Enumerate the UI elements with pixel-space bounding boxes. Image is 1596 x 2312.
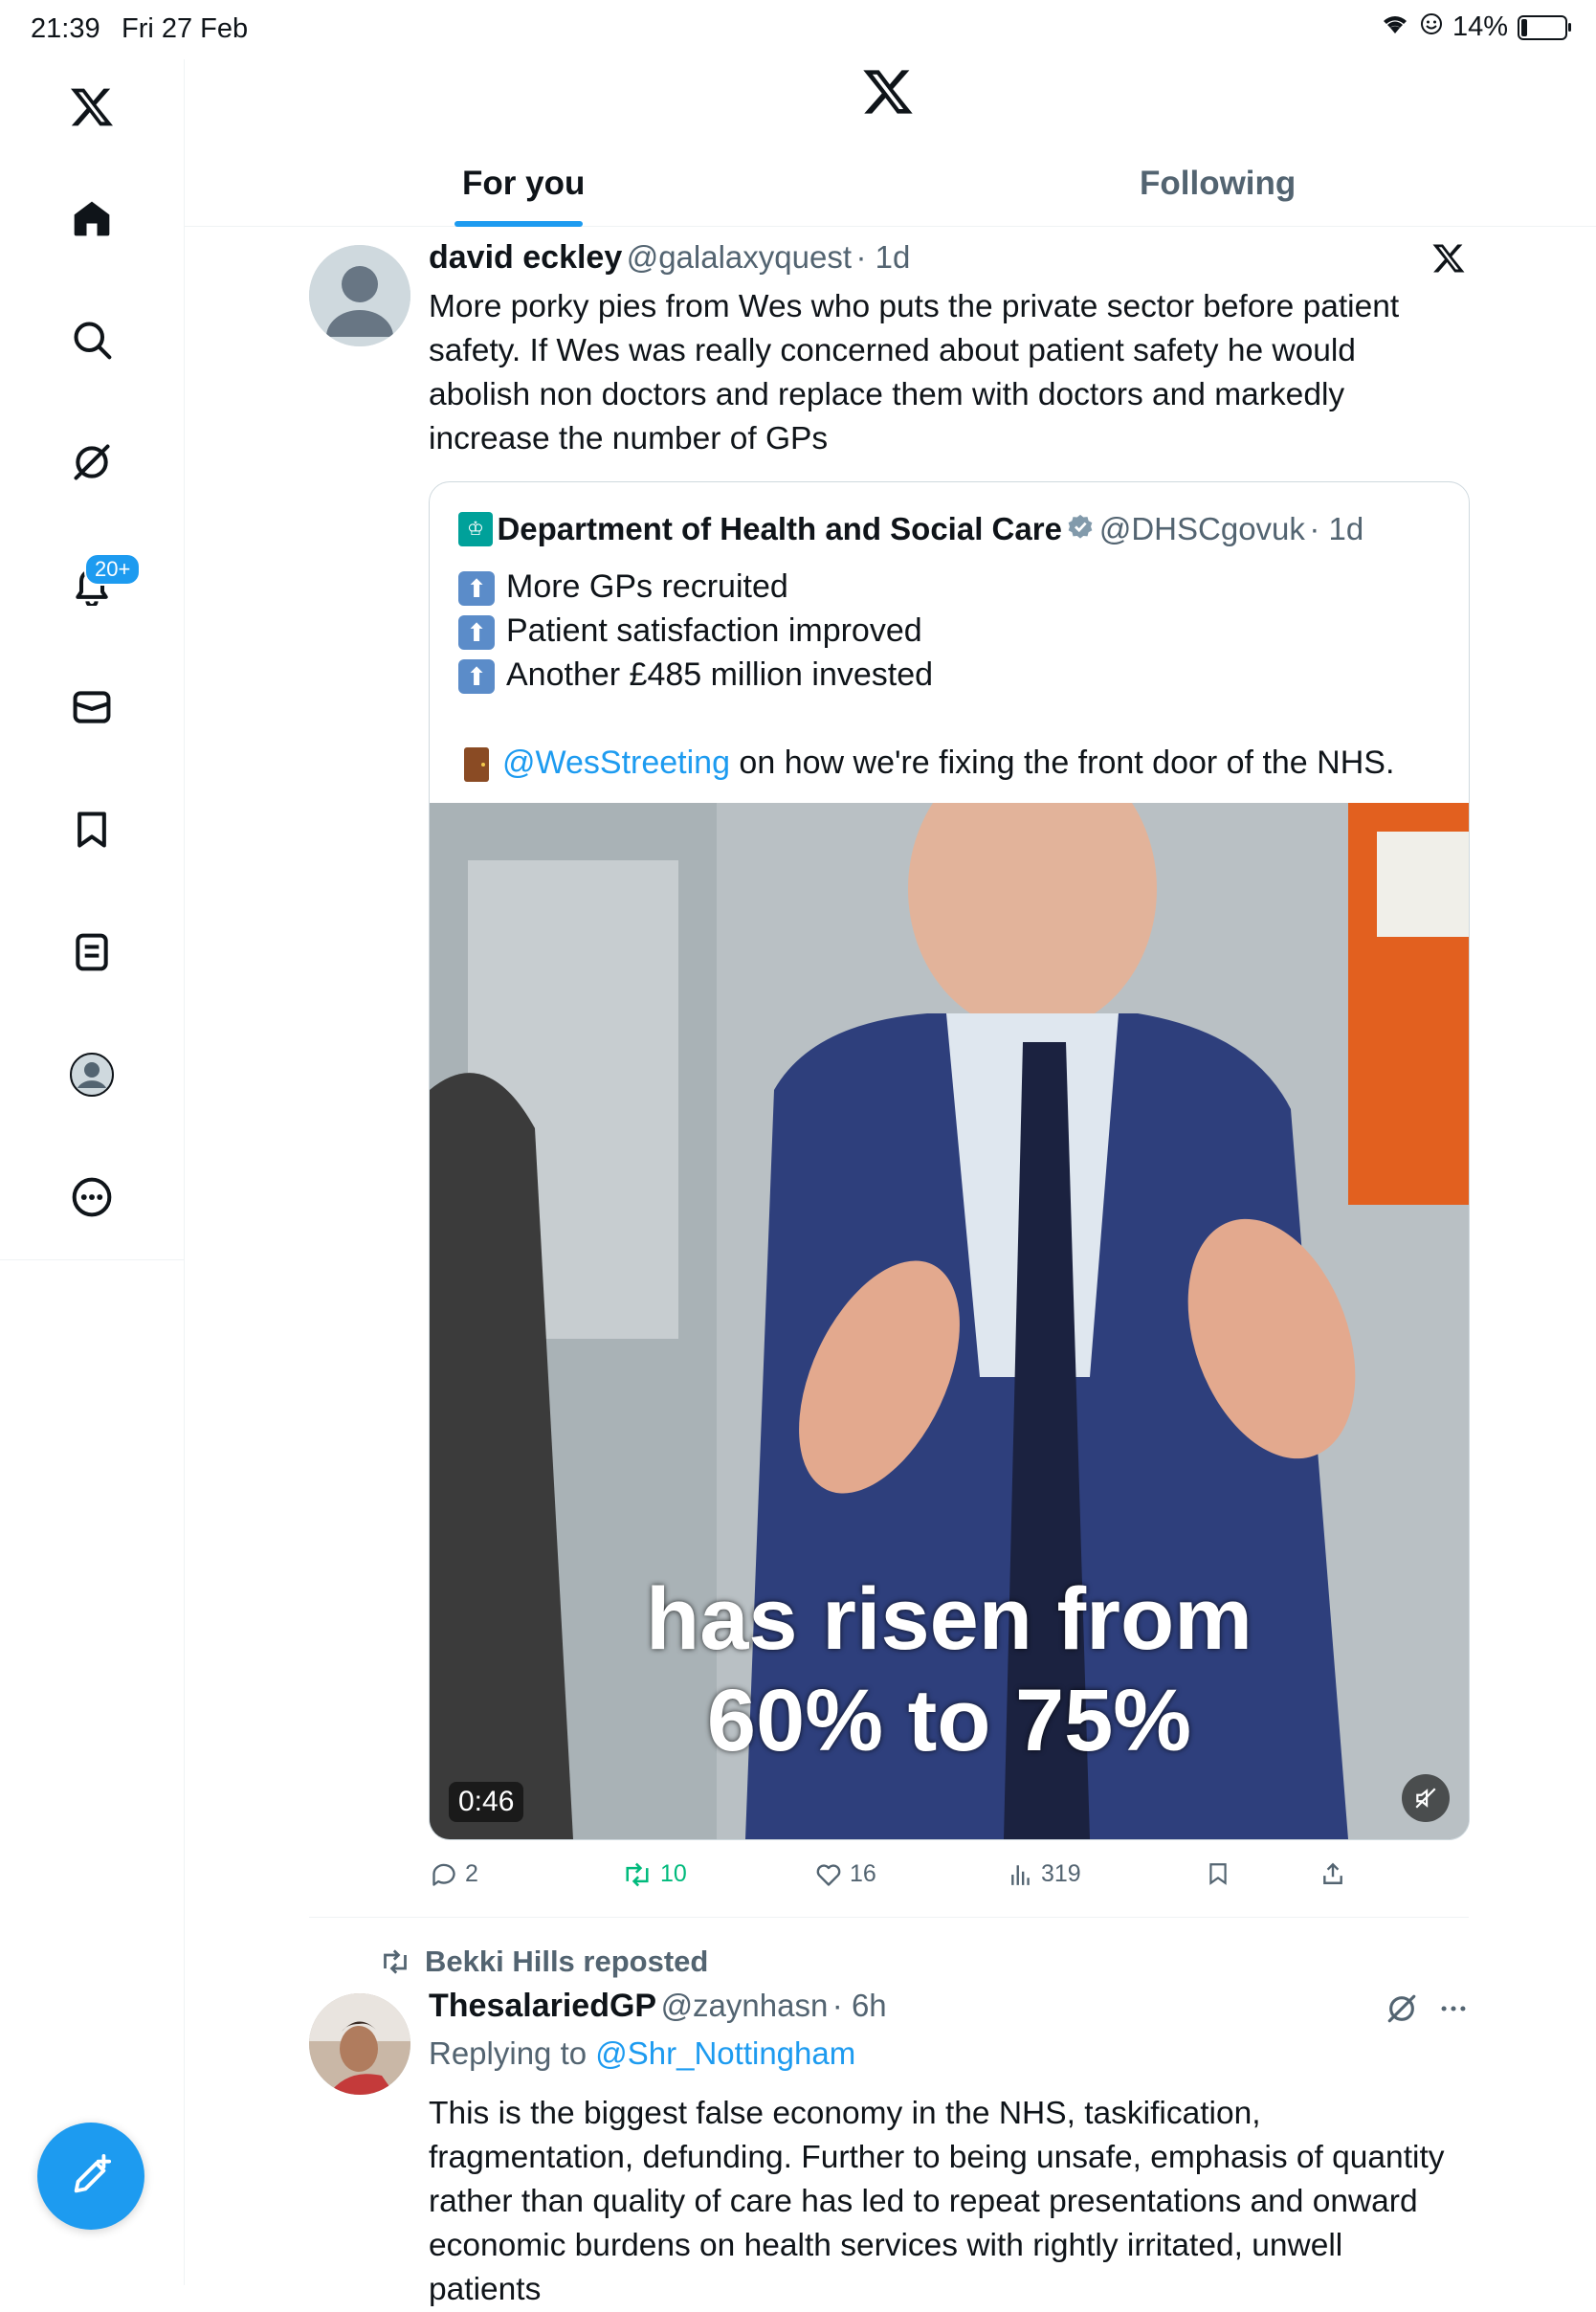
compose-post-button[interactable] <box>37 2123 144 2230</box>
header-x-logo-icon[interactable] <box>861 65 919 122</box>
tab-for-you[interactable]: For you <box>462 165 585 203</box>
avatar[interactable] <box>309 1993 410 2095</box>
tab-following[interactable]: Following <box>1140 165 1296 203</box>
x-logo-icon <box>1431 241 1466 280</box>
more-options-icon[interactable] <box>63 1168 121 1226</box>
share-button[interactable] <box>1320 1860 1345 1887</box>
quote-post-time: · 1d <box>1309 511 1364 546</box>
quote-body: ⬆ More GPs recruited ⬆ Patient satisfactio… <box>458 565 1394 785</box>
quote-author-handle[interactable]: @DHSCgovuk <box>1099 511 1305 546</box>
reply-button[interactable]: 2 <box>431 1860 478 1888</box>
search-icon[interactable] <box>63 311 121 368</box>
views-button[interactable]: 319 <box>1009 1860 1081 1888</box>
door-icon <box>464 747 489 783</box>
post-actions: 2 10 16 319 <box>429 1860 1468 1899</box>
quote-mention-rest: on how we're fixing the front door of th… <box>729 745 1395 781</box>
mute-button[interactable] <box>1402 1774 1450 1822</box>
heart-icon <box>816 1863 841 1886</box>
views-icon <box>1011 1864 1030 1885</box>
video-caption-line1: has risen from <box>646 1570 1252 1668</box>
status-bar: 21:39 Fri 27 Feb 14% <box>0 0 1596 59</box>
reply-icon <box>432 1863 455 1886</box>
reposted-by-label[interactable]: Bekki Hills reposted <box>425 1945 708 1979</box>
timeline-tabs: For you Following <box>185 144 1596 227</box>
author-name[interactable]: ThesalariedGP <box>429 1988 656 2024</box>
video-duration: 0:46 <box>449 1782 524 1822</box>
quote-line-text: Another £485 million invested <box>506 656 934 693</box>
lists-icon[interactable] <box>63 923 121 981</box>
battery-level <box>1521 18 1527 36</box>
x-logo-icon[interactable] <box>63 78 121 136</box>
quote-line: ⬆ Another £485 million invested <box>458 653 1394 697</box>
like-button[interactable]: 16 <box>815 1860 876 1888</box>
quote-line-text: Patient satisfaction improved <box>506 612 922 649</box>
quote-line: @WesStreeting on how we're fixing the fr… <box>458 741 1394 785</box>
quote-author-name[interactable]: Department of Health and Social Care <box>497 511 1061 546</box>
quote-header: ♔ Department of Health and Social Care @… <box>458 511 1363 547</box>
view-count: 319 <box>1041 1860 1081 1887</box>
up-arrow-icon: ⬆ <box>458 571 495 607</box>
profile-avatar-icon[interactable] <box>63 1046 121 1103</box>
grok-icon[interactable] <box>1385 1992 1418 2030</box>
quote-line: ⬆ More GPs recruited <box>458 565 1394 609</box>
post-time[interactable]: · 6h <box>832 1988 887 2023</box>
mention-link[interactable]: @WesStreeting <box>502 745 730 781</box>
post-text: This is the biggest false economy in the… <box>429 2096 1445 2307</box>
battery-percent: 14% <box>1452 11 1508 42</box>
repost-context: Bekki Hills reposted <box>379 1945 708 1979</box>
author-handle[interactable]: @galalaxyquest <box>627 239 852 275</box>
avatar[interactable] <box>309 245 410 346</box>
repost-button[interactable]: 10 <box>622 1860 687 1888</box>
post-text: More porky pies from Wes who puts the pr… <box>429 289 1400 456</box>
replying-prefix: Replying to <box>429 2035 596 2071</box>
repost-icon <box>626 1862 649 1886</box>
quote-line: ⬆ Patient satisfaction improved <box>458 609 1394 653</box>
mute-icon <box>1415 1788 1436 1809</box>
tab-active-indicator <box>454 221 583 227</box>
verified-badge-icon <box>1066 514 1098 545</box>
crown-logo-icon: ♔ <box>458 512 493 546</box>
more-options-icon[interactable] <box>1437 1992 1470 2030</box>
up-arrow-icon: ⬆ <box>458 659 495 695</box>
video-caption-line2: 60% to 75% <box>706 1672 1192 1769</box>
post-time[interactable]: · 1d <box>855 239 910 275</box>
sidebar-separator <box>0 1259 184 1260</box>
grok-icon[interactable] <box>63 434 121 491</box>
quoted-post[interactable]: ♔ Department of Health and Social Care @… <box>429 481 1470 1840</box>
replying-to: Replying to @Shr_Nottingham <box>429 2035 855 2072</box>
share-icon <box>1323 1862 1342 1884</box>
status-time: 21:39 <box>31 13 100 44</box>
sidebar-border <box>184 59 185 2285</box>
home-icon[interactable] <box>63 189 121 247</box>
author-name[interactable]: david eckley <box>429 239 622 276</box>
bookmark-button[interactable] <box>1206 1860 1230 1887</box>
status-right: 14% <box>1380 11 1571 43</box>
wifi-icon <box>1380 11 1410 43</box>
quote-line-text: More GPs recruited <box>506 568 788 605</box>
bookmarks-icon[interactable] <box>63 801 121 858</box>
video-player[interactable]: has risen from 60% to 75% 0:46 <box>430 803 1469 1839</box>
tweet-header: david eckley @galalaxyquest · 1d <box>429 239 910 277</box>
repost-icon <box>384 1949 407 1974</box>
like-count: 16 <box>850 1860 876 1887</box>
notifications-badge: 20+ <box>84 553 142 586</box>
author-handle[interactable]: @zaynhasn <box>661 1988 829 2023</box>
tweet-header: ThesalariedGP @zaynhasn · 6h <box>429 1988 887 2025</box>
up-arrow-icon: ⬆ <box>458 615 495 651</box>
battery-icon <box>1518 14 1571 40</box>
bookmark-icon <box>1209 1863 1227 1885</box>
messages-icon[interactable] <box>63 678 121 736</box>
repost-count: 10 <box>660 1860 687 1887</box>
status-date: Fri 27 Feb <box>122 13 249 44</box>
smiley-icon <box>1420 11 1443 43</box>
reply-count: 2 <box>465 1860 478 1887</box>
replying-to-link[interactable]: @Shr_Nottingham <box>595 2035 855 2071</box>
post-divider <box>309 1917 1469 1918</box>
